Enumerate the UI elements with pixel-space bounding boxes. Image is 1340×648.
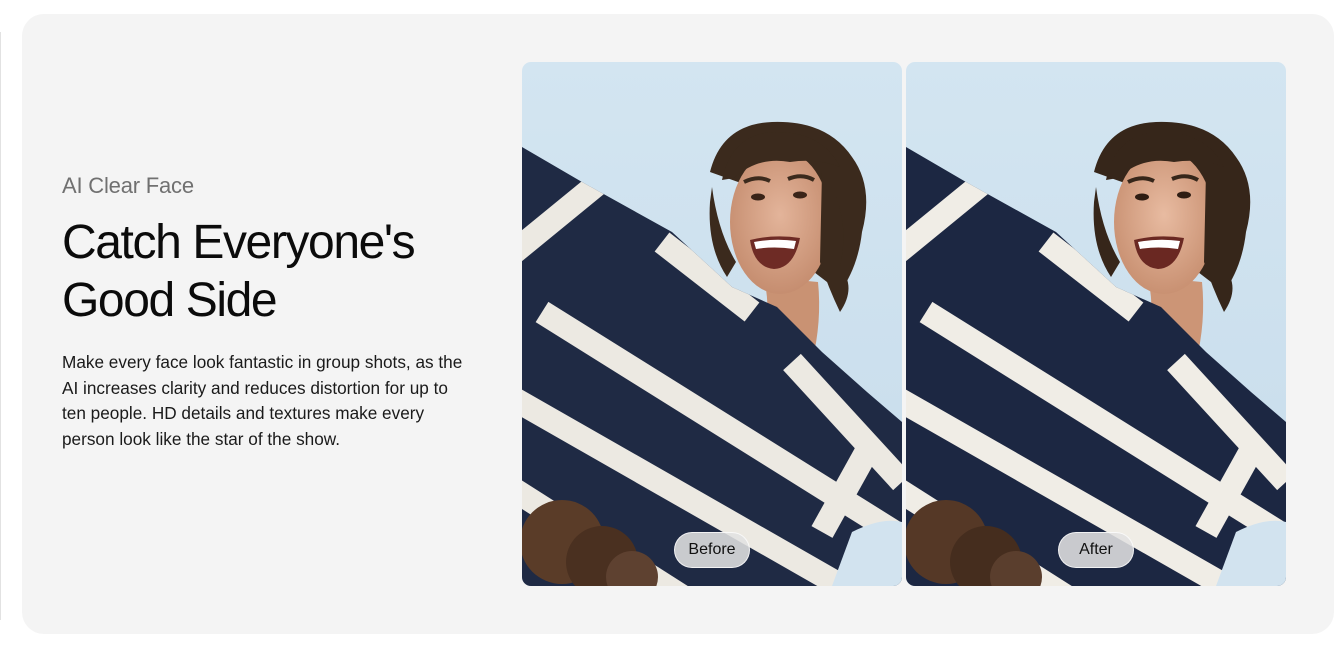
feature-text: AI Clear Face Catch Everyone's Good Side… [62, 172, 472, 452]
feature-eyebrow: AI Clear Face [62, 173, 194, 198]
headline-line-2: Good Side [62, 274, 278, 327]
before-label: Before [674, 532, 750, 568]
headline-line-1: Catch Everyone's [62, 216, 416, 269]
before-image [522, 62, 902, 586]
previous-card-edge [0, 32, 1, 620]
after-photo: After [906, 62, 1286, 586]
after-image [906, 62, 1286, 586]
before-photo: Before [522, 62, 902, 586]
feature-description: Make every face look fantastic in group … [62, 352, 463, 449]
after-label: After [1058, 532, 1134, 568]
feature-headline: Catch Everyone's Good Side [62, 214, 472, 330]
feature-card: AI Clear Face Catch Everyone's Good Side… [22, 14, 1334, 634]
